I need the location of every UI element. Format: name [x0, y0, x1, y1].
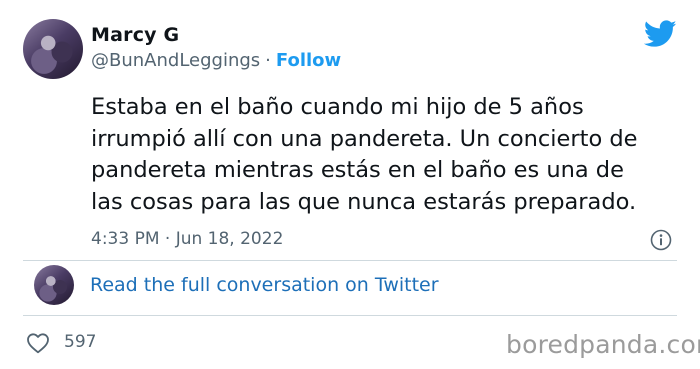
author-handle[interactable]: @BunAndLeggings: [91, 50, 260, 71]
tweet-text-line: irrumpió allí con una pandereta. Un conc…: [91, 125, 638, 152]
twitter-bird-icon[interactable]: [644, 20, 677, 48]
author-name[interactable]: Marcy G: [91, 24, 179, 46]
like-count: 597: [64, 332, 97, 352]
tweet-timestamp[interactable]: 4:33 PM · Jun 18, 2022: [91, 229, 283, 249]
tweet-text-line: Estaba en el baño cuando mi hijo de 5 añ…: [91, 94, 584, 120]
heart-icon[interactable]: [26, 332, 50, 354]
tweet-text-line: las cosas para las que nunca estarás pre…: [91, 188, 637, 215]
tweet-text-line: pandereta mientras estás en el baño es u…: [91, 157, 624, 183]
handle-separator: ·: [265, 50, 271, 71]
watermark: boredpanda.com: [506, 330, 700, 359]
author-avatar[interactable]: [23, 19, 83, 79]
tweet-text: Estaba en el baño cuando mi hijo de 5 añ…: [91, 92, 681, 218]
follow-button[interactable]: Follow: [276, 50, 341, 71]
read-conversation-link[interactable]: Read the full conversation on Twitter: [90, 274, 439, 296]
author-handle-line: @BunAndLeggings · Follow: [91, 50, 341, 71]
divider: [23, 260, 677, 261]
reply-avatar[interactable]: [34, 265, 74, 305]
divider: [23, 315, 677, 316]
info-icon[interactable]: [650, 229, 672, 251]
